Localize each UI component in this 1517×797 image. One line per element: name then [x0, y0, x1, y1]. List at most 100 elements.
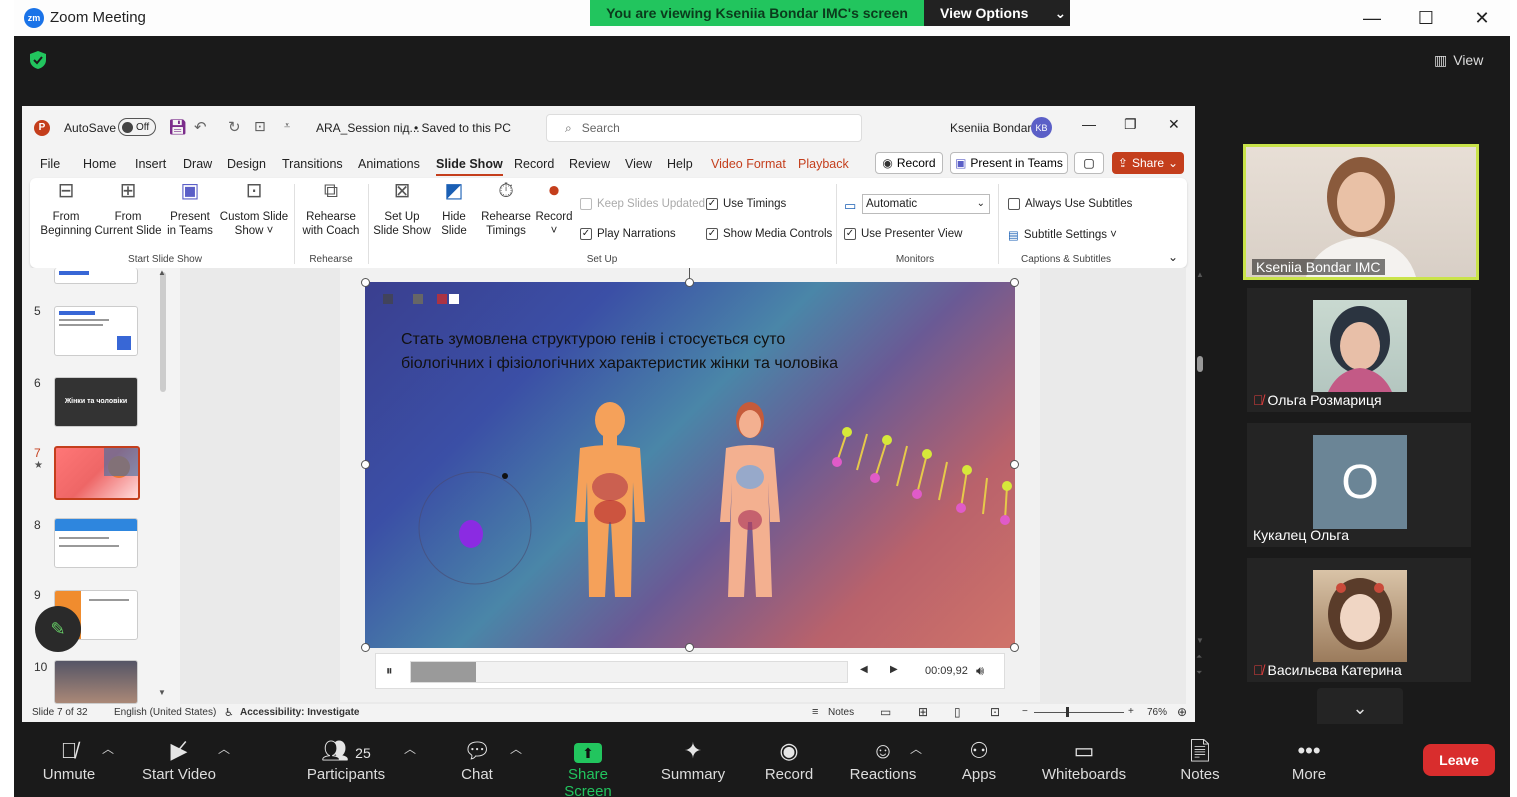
resize-handle[interactable]	[1010, 643, 1019, 652]
resize-handle[interactable]	[1010, 278, 1019, 287]
notes-button[interactable]: 📄︎ Notes	[1155, 736, 1245, 783]
save-status[interactable]: • Saved to this PC	[414, 121, 511, 135]
resize-handle[interactable]	[361, 643, 370, 652]
zoom-slider[interactable]	[1034, 712, 1124, 713]
ribbon-tab-review[interactable]: Review	[569, 157, 610, 171]
ribbon-tab-slide-show[interactable]: Slide Show	[436, 157, 503, 176]
minimize-button[interactable]: —	[1357, 6, 1387, 30]
ribbon-tab-draw[interactable]: Draw	[183, 157, 212, 171]
slide-thumbnail-10[interactable]	[54, 660, 138, 704]
annotate-pen-button[interactable]: ✎	[35, 606, 81, 652]
slide-thumbnail-8[interactable]	[54, 518, 138, 568]
resize-handle[interactable]	[685, 643, 694, 652]
present-in-teams-ribbon-button[interactable]: ▣ Present in Teams	[166, 181, 214, 238]
ribbon-tab-record[interactable]: Record	[514, 157, 554, 171]
zoom-in-icon[interactable]: +	[1128, 706, 1134, 717]
chat-chevron-icon[interactable]: ︿	[510, 740, 522, 757]
ribbon-tab-design[interactable]: Design	[227, 157, 266, 171]
ribbon-tab-home[interactable]: Home	[83, 157, 116, 171]
ppt-restore-button[interactable]: ❐	[1124, 116, 1137, 133]
presentation-icon[interactable]: ⊡	[254, 118, 266, 135]
set-up-slide-show-button[interactable]: ⊠ Set Up Slide Show	[372, 181, 432, 238]
maximize-button[interactable]: ☐	[1411, 6, 1441, 30]
save-icon[interactable]: 💾︎	[168, 118, 187, 136]
rehearse-timings-button[interactable]: ⏱ Rehearse Timings	[478, 181, 534, 238]
zoom-slider-thumb[interactable]	[1066, 707, 1069, 717]
language[interactable]: English (United States)	[114, 707, 216, 718]
ribbon-tab-playback[interactable]: Playback	[798, 157, 849, 171]
subtitle-settings-button[interactable]: ▤ Subtitle Settings ˅	[1008, 228, 1117, 242]
always-use-subtitles-checkbox[interactable]: Always Use Subtitles	[1008, 198, 1132, 210]
scroll-down-icon[interactable]: ▼	[1196, 636, 1204, 645]
ppt-minimize-button[interactable]: —	[1082, 116, 1096, 132]
from-current-slide-button[interactable]: ⊞ From Current Slide	[94, 181, 162, 238]
custom-slide-show-button[interactable]: ⊡ Custom Slide Show ˅	[218, 181, 290, 238]
thumbnails-scrollbar[interactable]	[160, 272, 166, 392]
redo-icon[interactable]: ↻	[228, 118, 241, 136]
slideshow-view-icon[interactable]: ⊡	[990, 705, 1000, 719]
autosave-toggle[interactable]: Off	[118, 118, 156, 136]
reactions-chevron-icon[interactable]: ︿	[910, 740, 922, 757]
audio-options-chevron-icon[interactable]: ︿	[102, 740, 114, 757]
notes-button[interactable]: Notes	[828, 707, 854, 718]
use-timings-checkbox[interactable]: ✓ Use Timings	[706, 198, 786, 210]
monitor-select[interactable]: Automatic ⌄	[862, 194, 990, 214]
record-ribbon-button[interactable]: ⏺ Record ˅	[534, 181, 574, 238]
resize-handle[interactable]	[361, 460, 370, 469]
canvas-scrollbar[interactable]	[1197, 356, 1203, 372]
resize-handle[interactable]	[685, 278, 694, 287]
prev-slide-icon[interactable]: ⏶	[1196, 652, 1202, 662]
close-button[interactable]: ✕	[1467, 6, 1497, 30]
resize-handle[interactable]	[361, 278, 370, 287]
normal-view-icon[interactable]: ▭	[880, 705, 891, 719]
rewind-icon[interactable]: ◀	[860, 664, 868, 675]
file-name[interactable]: ARA_Session під...	[316, 121, 420, 135]
present-in-teams-button[interactable]: ▣ Present in Teams	[950, 152, 1068, 174]
play-narrations-checkbox[interactable]: ✓ Play Narrations	[580, 228, 676, 240]
more-participants-button[interactable]: ⌄	[1317, 688, 1403, 728]
ribbon-tab-video-format[interactable]: Video Format	[711, 157, 786, 171]
ribbon-tab-help[interactable]: Help	[667, 157, 693, 171]
slide-thumbnail-5[interactable]	[54, 306, 138, 356]
slide-sorter-icon[interactable]: ⊞	[918, 705, 928, 719]
leave-button[interactable]: Leave	[1423, 744, 1495, 776]
customize-qat-icon[interactable]: ⩡	[284, 120, 290, 133]
share-button[interactable]: ⇪ Share ⌄	[1112, 152, 1184, 174]
next-slide-icon[interactable]: ⏷	[1196, 668, 1202, 678]
from-beginning-button[interactable]: ⊟ From Beginning	[40, 181, 92, 238]
participant-tile[interactable]: 🎙̸ Ольга Розмариця	[1247, 288, 1471, 412]
ribbon-tab-file[interactable]: File	[40, 157, 60, 171]
more-button[interactable]: ••• More	[1264, 736, 1354, 783]
comments-button[interactable]: ▢	[1074, 152, 1104, 174]
video-options-chevron-icon[interactable]: ︿	[218, 740, 230, 757]
scroll-down-icon[interactable]: ▼	[158, 688, 166, 697]
slide-thumbnail-6[interactable]: Жінки та чоловіки	[54, 377, 138, 427]
user-avatar[interactable]: KB	[1031, 117, 1052, 138]
search-box[interactable]: ⌕ Search	[546, 114, 862, 142]
slide-thumbnail-7-active[interactable]	[54, 446, 140, 500]
zoom-out-icon[interactable]: −	[1022, 706, 1028, 717]
ppt-close-button[interactable]: ✕	[1168, 116, 1180, 133]
keep-slides-updated-checkbox[interactable]: Keep Slides Updated	[580, 198, 705, 210]
participant-tile[interactable]: 🎙̸ Васильєва Катерина	[1247, 558, 1471, 682]
use-presenter-view-checkbox[interactable]: ✓ Use Presenter View	[844, 228, 962, 240]
ribbon-tab-insert[interactable]: Insert	[135, 157, 166, 171]
summary-button[interactable]: ✦ Summary	[648, 736, 738, 783]
share-screen-button[interactable]: ⬆ Share Screen	[543, 736, 633, 797]
show-media-controls-checkbox[interactable]: ✓ Show Media Controls	[706, 228, 832, 240]
slide-7[interactable]: Стать зумовлена структурою генів і стосу…	[365, 282, 1015, 648]
ribbon-tab-transitions[interactable]: Transitions	[282, 157, 343, 171]
whiteboards-button[interactable]: ▭ Whiteboards	[1039, 736, 1129, 783]
hide-slide-button[interactable]: ◩ Hide Slide	[434, 181, 474, 238]
zoom-level[interactable]: 76%	[1147, 707, 1167, 718]
fit-slide-icon[interactable]: ⊕	[1177, 705, 1187, 719]
participants-chevron-icon[interactable]: ︿	[404, 740, 416, 757]
accessibility-status[interactable]: Accessibility: Investigate	[240, 707, 360, 718]
apps-button[interactable]: ⚇ Apps	[934, 736, 1024, 783]
record-button[interactable]: ◉ Record	[875, 152, 943, 174]
ribbon-tab-animations[interactable]: Animations	[358, 157, 420, 171]
view-options-button[interactable]: View Options ⌄	[924, 0, 1070, 26]
reading-view-icon[interactable]: ▯	[954, 705, 961, 719]
unmute-button[interactable]: 🎙̸ Unmute	[24, 736, 114, 783]
start-video-button[interactable]: ▶̸ Start Video	[134, 736, 224, 783]
